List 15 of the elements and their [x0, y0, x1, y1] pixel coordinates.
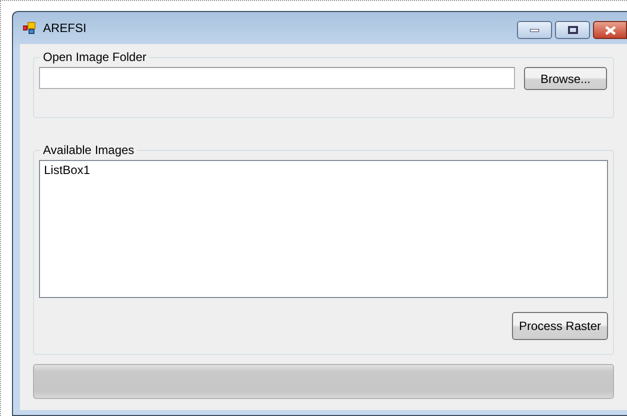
app-icon: [23, 22, 37, 34]
browse-button[interactable]: Browse...: [524, 67, 607, 90]
list-box[interactable]: ListBox1: [39, 160, 608, 298]
list-item[interactable]: ListBox1: [44, 163, 603, 177]
close-button[interactable]: [593, 21, 627, 39]
maximize-icon: [568, 26, 578, 34]
group-title: Available Images: [42, 143, 136, 157]
group-title: Open Image Folder: [42, 50, 148, 64]
window-title: AREFSI: [43, 21, 86, 35]
maximize-button[interactable]: [555, 21, 590, 39]
process-raster-button[interactable]: Process Raster: [512, 312, 608, 340]
minimize-icon: [530, 28, 539, 32]
folder-path-field[interactable]: [39, 67, 515, 89]
minimize-button[interactable]: [517, 21, 552, 39]
close-icon: [604, 26, 616, 34]
